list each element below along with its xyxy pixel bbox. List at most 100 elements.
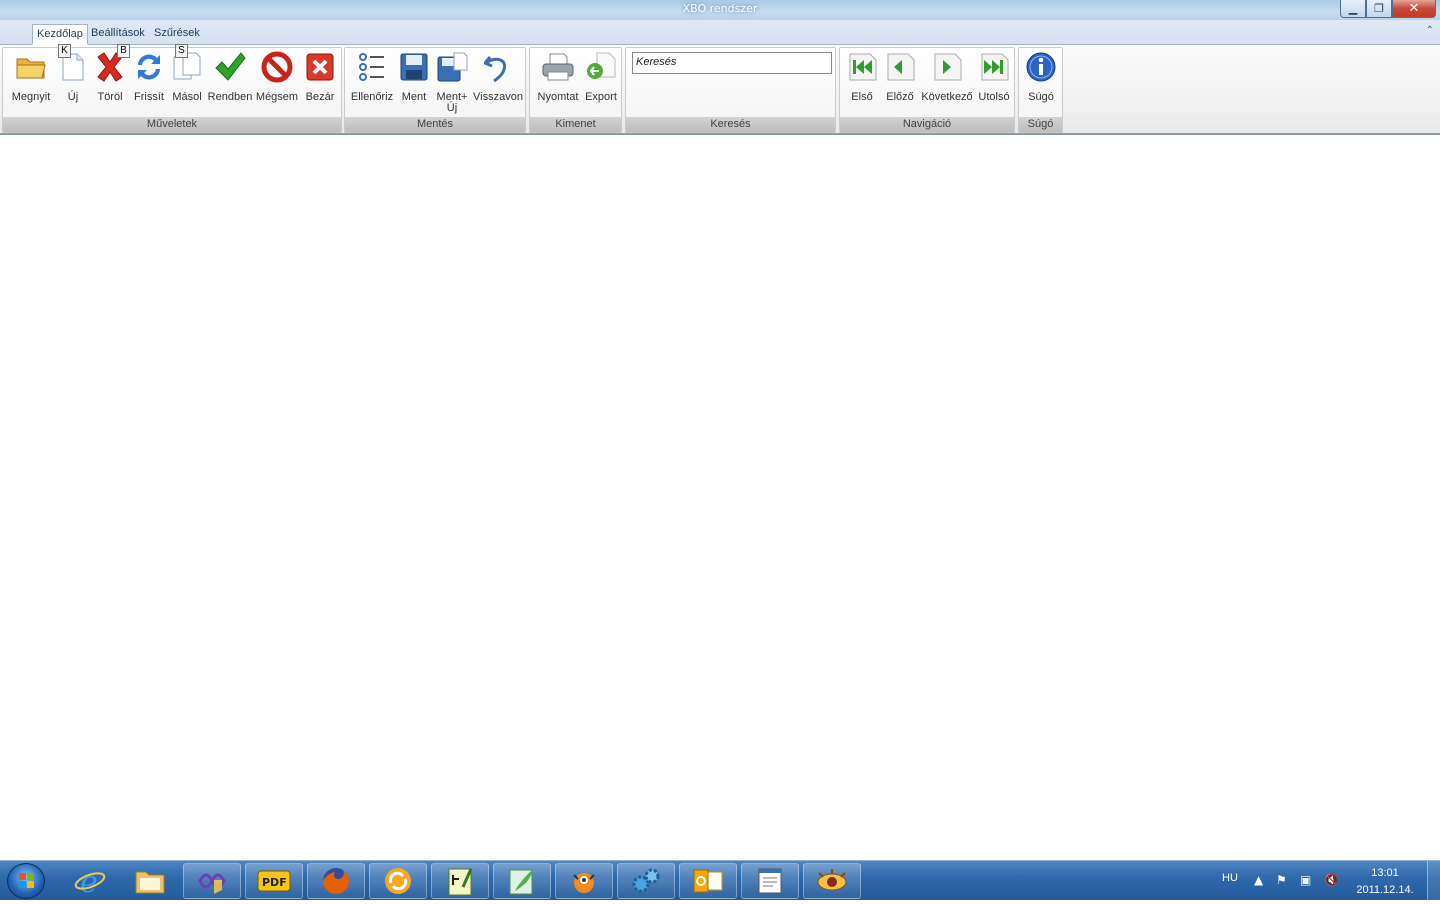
floppy-disk-icon	[397, 50, 431, 84]
taskbar-internet-explorer[interactable]: e	[61, 863, 119, 899]
next-button[interactable]: Következő	[920, 50, 974, 116]
minimize-button[interactable]: ▁	[1340, 0, 1366, 18]
svg-text:e: e	[80, 865, 98, 897]
taskbar-sync-app[interactable]	[369, 863, 427, 899]
tab-szuresek[interactable]: Szűrések	[150, 24, 204, 45]
main-content-area	[0, 136, 1440, 860]
printer-icon	[541, 50, 575, 84]
taskbar: e PDF HU ▲ ⚑ ▣ 🔇 13:01 2011.12.14.	[0, 860, 1440, 901]
print-button[interactable]: Nyomtat	[534, 50, 582, 116]
last-button[interactable]: Utolsó	[975, 50, 1013, 116]
previous-record-icon	[883, 50, 917, 84]
first-record-icon	[845, 50, 879, 84]
save-button[interactable]: Ment	[397, 50, 431, 116]
show-desktop-button[interactable]	[1427, 861, 1440, 901]
close-window-button[interactable]: ✕	[1392, 0, 1436, 18]
title-bar[interactable]: XBO rendszer ▁ ❐ ✕	[0, 0, 1440, 20]
first-button[interactable]: Első	[844, 50, 880, 116]
svg-text:PDF: PDF	[262, 876, 287, 889]
start-button[interactable]	[7, 863, 45, 899]
keytip-b: B	[117, 44, 130, 58]
save-new-icon	[435, 50, 469, 84]
delete-button[interactable]: Töröl	[91, 50, 129, 116]
tab-beallitasok[interactable]: Beállítások	[87, 24, 149, 45]
group-label-navigacio: Navigáció	[840, 117, 1014, 132]
taskbar-image-editor[interactable]	[493, 863, 551, 899]
checkmark-icon	[213, 50, 247, 84]
keytip-s: S	[175, 44, 188, 58]
close-button[interactable]: Bezár	[301, 50, 339, 116]
taskbar-outlook[interactable]	[679, 863, 737, 899]
taskbar-file-explorer[interactable]	[121, 863, 179, 899]
group-kereses: Keresés Keresés	[625, 47, 836, 133]
clock-time[interactable]: 13:01	[1370, 867, 1400, 879]
internet-explorer-icon: e	[74, 865, 106, 897]
sync-icon	[385, 868, 411, 894]
keytip-k: K	[58, 44, 71, 58]
help-button[interactable]: Súgó	[1023, 50, 1059, 116]
paint-brush-icon	[509, 869, 533, 895]
ribbon: Megnyit Új Töröl Frissít Másol Rendben M…	[0, 45, 1440, 135]
refresh-button[interactable]: Frissít	[131, 50, 167, 116]
group-sugo: Súgó Súgó	[1018, 47, 1063, 133]
new-button[interactable]: Új	[57, 50, 89, 116]
notepad-icon	[448, 868, 473, 896]
taskbar-bug-app[interactable]	[555, 863, 613, 899]
ribbon-tab-bar: Kezdőlap Beállítások Szűrések ⌃	[0, 20, 1440, 45]
taskbar-text-editor[interactable]	[431, 863, 489, 899]
gears-icon	[632, 868, 660, 893]
taskbar-gears-app[interactable]	[617, 863, 675, 899]
folder-library-icon	[135, 871, 165, 894]
export-button[interactable]: Export	[582, 50, 620, 116]
visual-studio-icon	[198, 873, 226, 894]
windows-logo-icon	[19, 873, 34, 888]
cancel-button[interactable]: Mégsem	[255, 50, 299, 116]
prohibited-icon	[260, 50, 294, 84]
window-title: XBO rendszer	[682, 2, 758, 15]
save-new-button[interactable]: Ment+ Új	[433, 50, 471, 116]
window-controls: ▁ ❐ ✕	[1340, 0, 1436, 18]
group-label-sugo: Súgó	[1019, 117, 1062, 132]
ribbon-collapse-icon[interactable]: ⌃	[1426, 25, 1434, 36]
group-navigacio: Első Előző Következő Utolsó Navigáció	[839, 47, 1015, 133]
undo-icon	[481, 50, 515, 84]
ok-button[interactable]: Rendben	[206, 50, 254, 116]
group-kimenet: Nyomtat Export Kimenet	[529, 47, 622, 133]
next-record-icon	[930, 50, 964, 84]
validate-button[interactable]: Ellenőriz	[349, 50, 395, 116]
maximize-button[interactable]: ❐	[1366, 0, 1392, 18]
taskbar-document-window[interactable]	[741, 863, 799, 899]
last-record-icon	[977, 50, 1011, 84]
search-input[interactable]: Keresés	[632, 52, 832, 74]
taskbar-visual-studio[interactable]	[183, 863, 241, 899]
pdf-icon: PDF	[257, 870, 291, 892]
info-icon	[1024, 50, 1058, 84]
group-label-kimenet: Kimenet	[530, 117, 621, 132]
taskbar-pdf-reader[interactable]: PDF	[245, 863, 303, 899]
close-icon	[303, 50, 337, 84]
document-window-icon	[758, 868, 782, 894]
group-label-kereses: Keresés	[626, 117, 835, 132]
bug-icon	[573, 873, 595, 893]
clock-date[interactable]: 2011.12.14.	[1352, 884, 1418, 896]
copy-button[interactable]: Másol	[169, 50, 205, 116]
firefox-icon	[323, 868, 349, 894]
undo-button[interactable]: Visszavon	[473, 50, 523, 116]
refresh-icon	[132, 50, 166, 84]
group-label-muveletek: Műveletek	[3, 117, 341, 132]
folder-icon	[14, 50, 48, 84]
tab-kezdolap[interactable]: Kezdőlap	[32, 24, 88, 45]
open-button[interactable]: Megnyit	[7, 50, 55, 116]
action-center-flag-icon[interactable]: ⚑	[1276, 873, 1287, 887]
volume-muted-icon[interactable]: 🔇	[1324, 873, 1339, 887]
network-icon[interactable]: ▣	[1300, 873, 1311, 887]
show-hidden-icons-icon[interactable]: ▲	[1254, 873, 1263, 887]
checklist-icon	[355, 50, 389, 84]
taskbar-xbo-app[interactable]	[803, 863, 861, 899]
language-indicator[interactable]: HU	[1222, 872, 1238, 884]
previous-button[interactable]: Előző	[882, 50, 918, 116]
taskbar-firefox[interactable]	[307, 863, 365, 899]
export-icon	[584, 50, 618, 84]
group-muveletek: Megnyit Új Töröl Frissít Másol Rendben M…	[2, 47, 342, 133]
group-label-mentes: Mentés	[345, 117, 525, 132]
